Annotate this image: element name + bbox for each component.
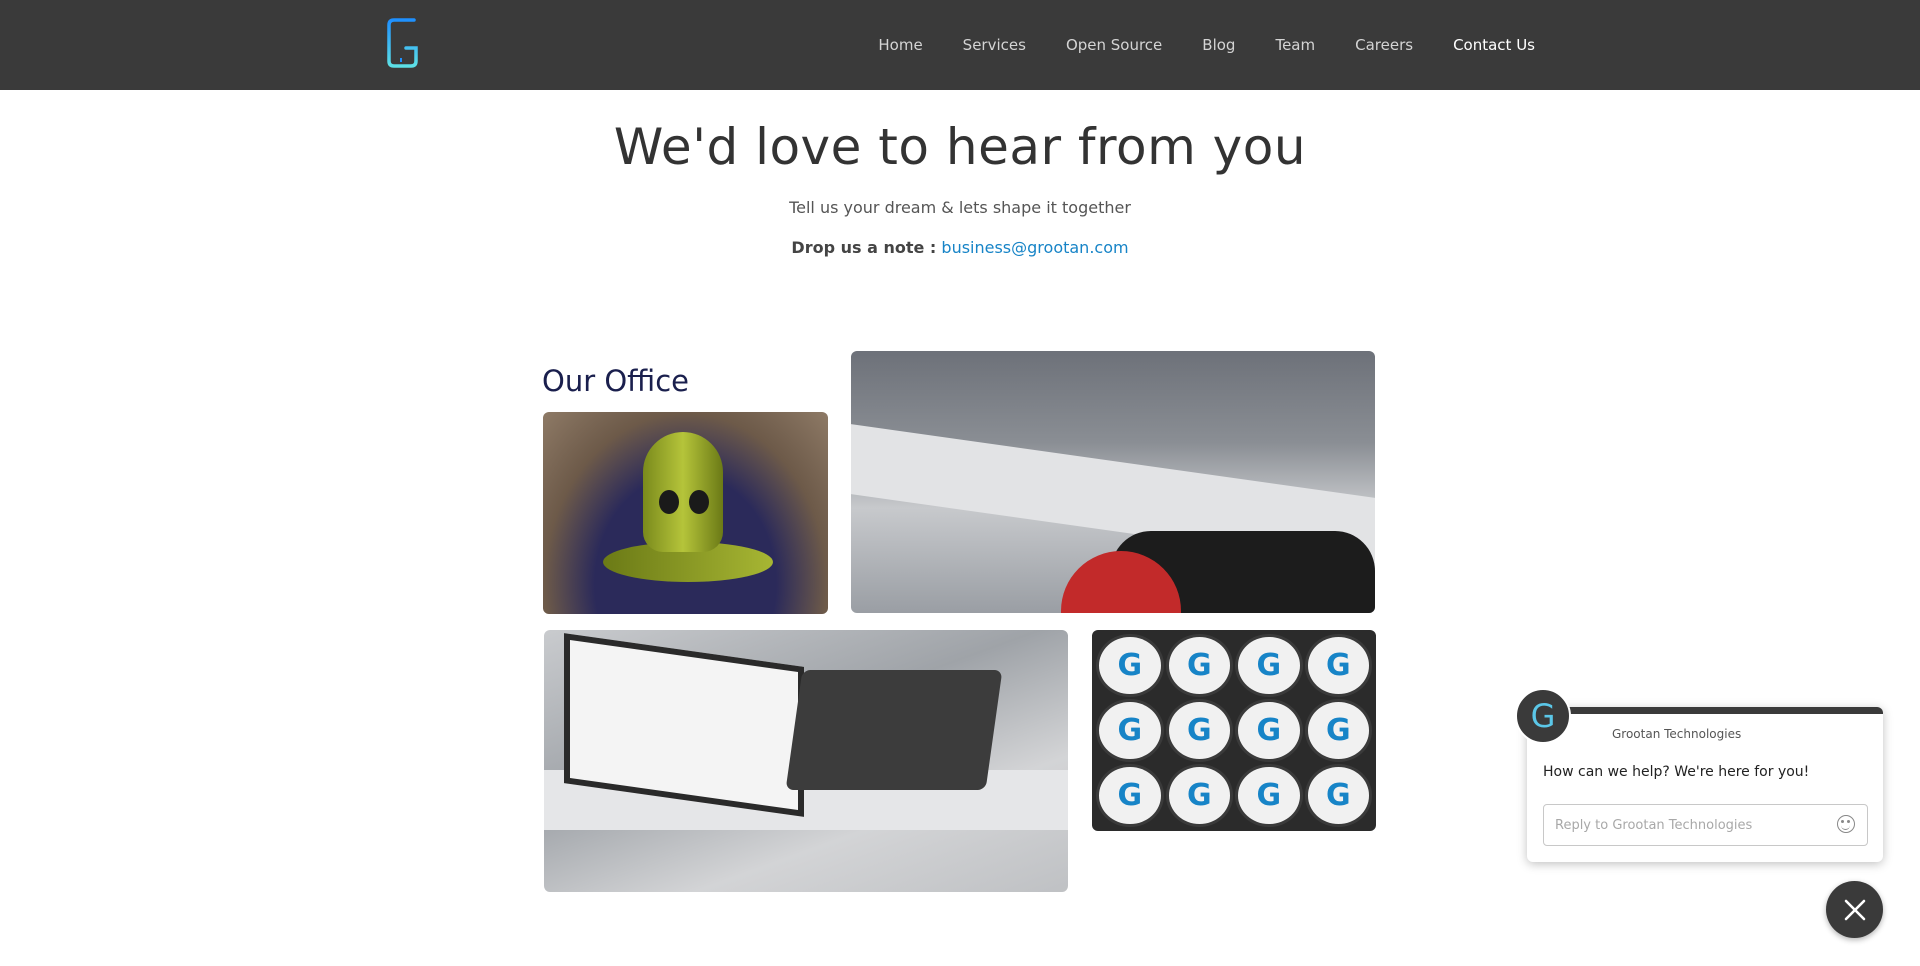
cupcake: G (1304, 634, 1372, 697)
chat-reply-input[interactable] (1543, 804, 1868, 846)
cupcake: G (1165, 634, 1233, 697)
cupcake: G (1304, 699, 1372, 762)
groot-body (643, 432, 723, 552)
emoji-icon[interactable] (1837, 815, 1855, 833)
team-office-photo (851, 351, 1375, 613)
cupcake: G (1165, 764, 1233, 827)
cupcake: G (1235, 699, 1303, 762)
cupcake: G (1235, 634, 1303, 697)
chat-company-name: Grootan Technologies (1612, 727, 1742, 741)
page-subtitle: Tell us your dream & lets shape it toget… (789, 198, 1131, 217)
grootan-cupcakes-photo: G G G G G G G G G G G G (1092, 630, 1376, 831)
nav-careers[interactable]: Careers (1355, 36, 1413, 54)
close-icon (1844, 899, 1865, 920)
nav-home[interactable]: Home (878, 36, 922, 54)
top-navbar: Home Services Open Source Blog Team Care… (0, 0, 1920, 90)
workspace-desk-photo (544, 630, 1068, 892)
groot-figurine-photo (543, 412, 828, 614)
nav-team[interactable]: Team (1275, 36, 1315, 54)
groot-eye-left (659, 490, 679, 514)
nav-services[interactable]: Services (963, 36, 1026, 54)
contact-note: Drop us a note : business@grootan.com (0, 238, 1920, 257)
office-section-title: Our Office (542, 364, 689, 398)
nav-open-source[interactable]: Open Source (1066, 36, 1162, 54)
laptop (785, 670, 1003, 790)
nav-contact-us[interactable]: Contact Us (1453, 36, 1535, 54)
cupcake: G (1165, 699, 1233, 762)
groot-eye-right (689, 490, 709, 514)
cupcake: G (1304, 764, 1372, 827)
chat-close-button[interactable] (1826, 881, 1883, 938)
chat-message: How can we help? We're here for you! (1543, 764, 1810, 780)
cupcake: G (1096, 634, 1164, 697)
page-title: We'd love to hear from you (613, 118, 1307, 176)
cupcake: G (1096, 764, 1164, 827)
email-link[interactable]: business@grootan.com (941, 238, 1128, 257)
chat-avatar: G (1515, 688, 1571, 744)
grootan-logo-icon[interactable] (384, 14, 422, 72)
note-label: Drop us a note : (791, 238, 937, 257)
main-nav: Home Services Open Source Blog Team Care… (878, 0, 1535, 90)
cupcake: G (1235, 764, 1303, 827)
cupcake: G (1096, 699, 1164, 762)
nav-blog[interactable]: Blog (1202, 36, 1235, 54)
